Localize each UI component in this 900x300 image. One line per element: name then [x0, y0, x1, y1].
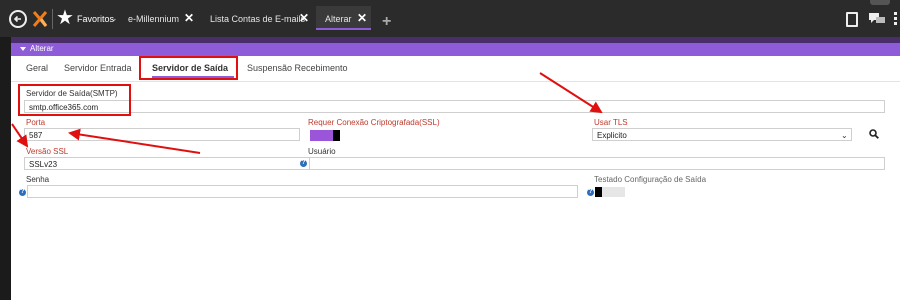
annotation-box-smtp [18, 84, 131, 116]
usuario-input[interactable] [309, 157, 885, 170]
ssl-required-toggle[interactable] [310, 130, 340, 141]
tab-divider [11, 81, 900, 82]
annotation-box-tab [139, 56, 238, 80]
form-panel: Alterar Geral Servidor Entrada Servidor … [11, 43, 900, 300]
tested-config-toggle[interactable] [595, 187, 625, 197]
panel-title: Alterar [30, 44, 54, 53]
window-corner-indicator [870, 0, 890, 5]
tab-lista-contas[interactable]: Lista Contas de E-mails ✕ [210, 6, 310, 30]
ssl-version-label: Versão SSL [26, 147, 69, 156]
tls-label: Usar TLS [594, 118, 628, 127]
search-icon[interactable] [869, 129, 879, 139]
top-bar: ★ Favoritos ⌄ e-Millennium ✕ Lista Conta… [0, 0, 900, 37]
favorites-menu[interactable]: Favoritos [77, 14, 114, 24]
porta-label: Porta [26, 118, 46, 127]
help-icon[interactable]: ? [19, 189, 26, 196]
tab-label: Alterar [325, 14, 352, 24]
ssl-required-label: Requer Conexão Criptografada(SSL) [308, 118, 440, 127]
help-icon[interactable]: ? [300, 160, 307, 167]
porta-input[interactable]: 587 [24, 128, 300, 141]
clipboard-icon[interactable] [846, 12, 858, 27]
ssl-version-value: SSLv23 [29, 160, 58, 169]
smtp-server-input[interactable]: smtp.office365.com [24, 100, 885, 113]
tab-servidor-entrada[interactable]: Servidor Entrada [64, 63, 132, 73]
panel-header[interactable]: Alterar [11, 43, 900, 56]
toggle-knob [595, 187, 602, 197]
usuario-label: Usuário [308, 147, 336, 156]
tab-e-millennium[interactable]: e-Millennium ✕ [128, 6, 198, 30]
tested-config-label: Testado Configuração de Saída [594, 175, 707, 184]
chat-icon[interactable] [869, 13, 885, 25]
senha-input[interactable] [27, 185, 578, 198]
toggle-knob [333, 130, 340, 141]
kebab-menu-icon[interactable] [894, 12, 898, 26]
tab-label: Lista Contas de E-mails [210, 14, 306, 24]
tab-geral[interactable]: Geral [26, 63, 48, 73]
help-icon[interactable]: ? [587, 189, 594, 196]
left-gutter [0, 37, 11, 300]
app-window: ★ Favoritos ⌄ e-Millennium ✕ Lista Conta… [0, 0, 900, 300]
tls-select[interactable]: Explicito ⌄ [592, 128, 852, 141]
close-icon[interactable]: ✕ [299, 11, 309, 25]
chevron-down-icon: ⌄ [841, 131, 848, 140]
close-icon[interactable]: ✕ [184, 11, 194, 25]
back-arrow-icon[interactable] [9, 10, 27, 28]
collapse-triangle-icon[interactable] [20, 47, 26, 51]
chevron-down-icon[interactable]: ⌄ [110, 13, 118, 24]
close-icon[interactable]: ✕ [357, 11, 367, 25]
logo-icon[interactable] [32, 10, 48, 28]
divider [52, 9, 53, 29]
senha-label: Senha [26, 175, 50, 184]
star-icon[interactable]: ★ [56, 8, 74, 28]
tab-alterar[interactable]: Alterar ✕ [316, 6, 371, 30]
ssl-version-select[interactable]: SSLv23 ⌄ [24, 157, 320, 170]
tab-label: e-Millennium [128, 14, 180, 24]
tls-select-value: Explicito [597, 131, 627, 140]
new-tab-plus-icon[interactable]: + [382, 14, 391, 30]
tab-suspensao-recebimento[interactable]: Suspensão Recebimento [247, 63, 348, 73]
